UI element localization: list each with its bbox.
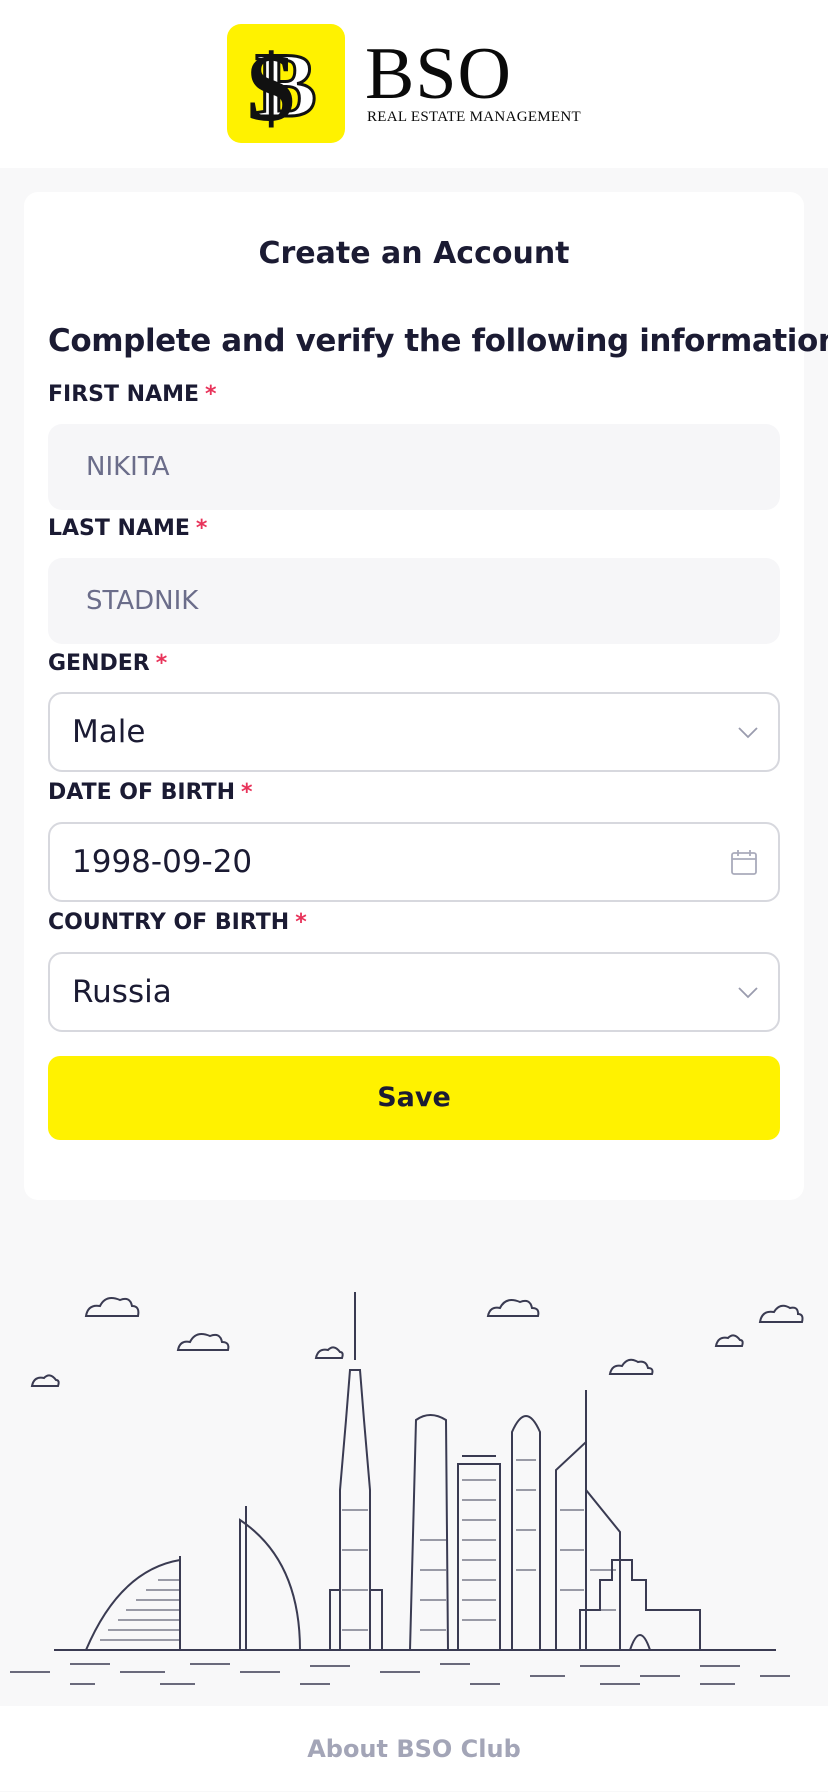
app-footer: About BSO Club [0, 1706, 828, 1791]
required-marker: * [205, 382, 217, 407]
required-marker: * [195, 516, 208, 541]
gender-select[interactable]: Male [48, 692, 780, 772]
chevron-down-icon [738, 727, 758, 739]
date-of-birth-value: 1998-09-20 [72, 844, 253, 880]
cloud-icon [714, 1334, 744, 1347]
required-marker: * [295, 910, 307, 935]
cloud-icon [176, 1333, 230, 1351]
country-of-birth-label: COUNTRY OF BIRTH * [48, 908, 307, 938]
first-name-value: NIKITA [86, 452, 170, 482]
date-of-birth-input[interactable]: 1998-09-20 [48, 822, 780, 902]
gender-label-text: GENDER [48, 651, 150, 676]
date-of-birth-label-text: DATE OF BIRTH [48, 780, 235, 805]
last-name-field[interactable]: STADNIK [48, 558, 780, 644]
cloud-icon [608, 1358, 654, 1375]
cloud-icon [84, 1297, 140, 1317]
gender-value: Male [72, 714, 146, 750]
required-marker: * [241, 780, 253, 805]
account-form-card: Create an Account Complete and verify th… [24, 192, 828, 1200]
country-of-birth-select[interactable]: Russia [48, 952, 780, 1032]
date-of-birth-label: DATE OF BIRTH * [48, 778, 253, 808]
brand-name: BSO [365, 33, 512, 115]
country-of-birth-value: Russia [72, 974, 172, 1010]
gender-label: GENDER * [48, 649, 167, 679]
save-button[interactable]: Save [48, 1056, 780, 1140]
chevron-down-icon [738, 987, 758, 999]
city-skyline-illustration [10, 1292, 804, 1685]
cloud-icon [758, 1304, 804, 1323]
first-name-label: FIRST NAME * [48, 380, 217, 410]
country-of-birth-label-text: COUNTRY OF BIRTH [48, 910, 290, 935]
svg-text:$: $ [247, 34, 295, 141]
app-header: B $ BSO REAL ESTATE MANAGEMENT [0, 0, 828, 168]
first-name-label-text: FIRST NAME [48, 382, 200, 407]
last-name-value: STADNIK [86, 586, 199, 616]
first-name-field[interactable]: NIKITA [48, 424, 780, 510]
last-name-label: LAST NAME * [48, 514, 207, 544]
cloud-icon [486, 1299, 540, 1317]
bso-logo-icon: B $ [227, 24, 345, 143]
form-subtitle: Complete and verify the following inform… [48, 323, 828, 359]
page-title: Create an Account [258, 236, 570, 271]
brand-tagline: REAL ESTATE MANAGEMENT [367, 109, 581, 125]
calendar-icon[interactable] [730, 848, 758, 876]
required-marker: * [155, 651, 168, 676]
about-bso-club-link[interactable]: About BSO Club [0, 1706, 828, 1792]
cloud-icon [314, 1346, 344, 1359]
cloud-icon [30, 1374, 60, 1387]
last-name-label-text: LAST NAME [48, 516, 190, 541]
